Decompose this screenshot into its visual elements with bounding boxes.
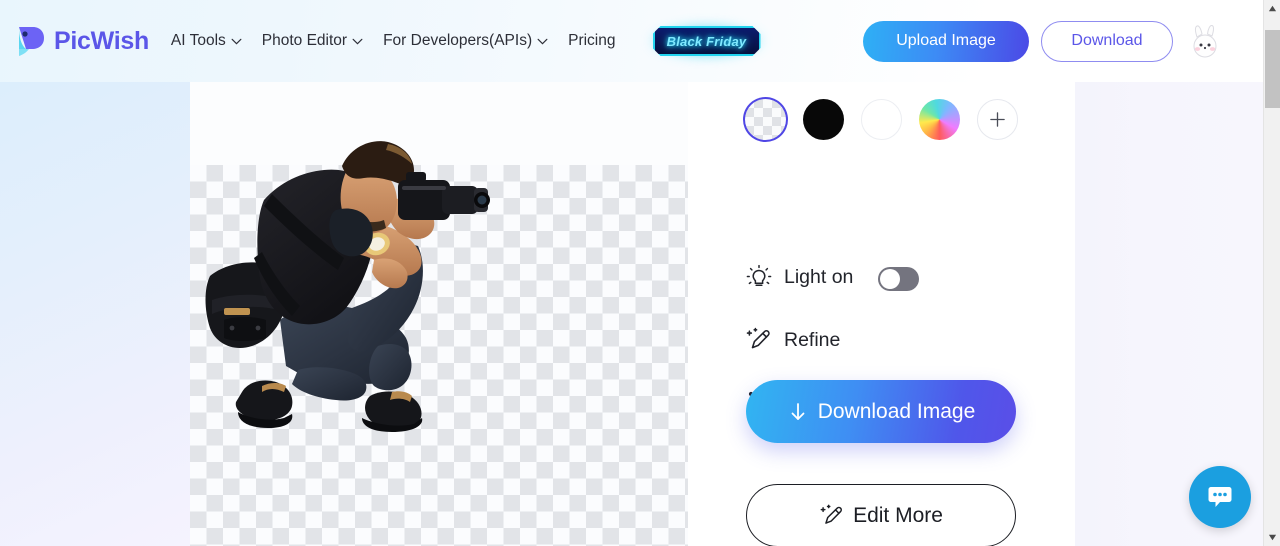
refine-row[interactable]: Refine xyxy=(745,326,840,354)
swatch-white[interactable] xyxy=(861,99,902,140)
nav-item-for-developers[interactable]: For Developers(APIs) xyxy=(383,32,548,50)
subject-photographer-image xyxy=(205,141,490,432)
editor-body: PicWish No watermark after download xyxy=(0,82,1263,546)
site-header: PicWish AI Tools Photo Editor For Develo… xyxy=(0,0,1263,82)
chevron-down-icon xyxy=(231,38,242,44)
edit-more-button[interactable]: Edit More xyxy=(746,484,1016,546)
swatch-rainbow-picker[interactable] xyxy=(919,99,960,140)
page-scrollbar[interactable] xyxy=(1263,0,1280,546)
magic-pencil-icon xyxy=(746,327,770,349)
image-canvas[interactable]: PicWish No watermark after download xyxy=(190,82,688,546)
light-on-label: Light on xyxy=(784,265,854,288)
light-on-row[interactable]: Light on xyxy=(745,263,853,291)
swatch-transparent[interactable] xyxy=(745,99,786,140)
background-color-swatches xyxy=(745,99,1018,140)
picwish-background-remover-page: PicWish AI Tools Photo Editor For Develo… xyxy=(0,0,1280,546)
refine-label: Refine xyxy=(784,328,841,351)
nav-item-pricing[interactable]: Pricing xyxy=(568,32,615,50)
chat-support-button[interactable] xyxy=(1189,466,1251,528)
download-image-button[interactable]: Download Image xyxy=(746,380,1016,443)
chevron-down-icon xyxy=(352,38,363,44)
logo[interactable]: PicWish xyxy=(16,25,149,57)
tools-panel: Light on Refine Download Image Edit More xyxy=(688,82,1075,546)
picwish-bird-logo-icon xyxy=(19,27,44,56)
magic-pencil-icon xyxy=(820,504,843,524)
upload-image-button[interactable]: Upload Image xyxy=(863,20,1029,62)
lightbulb-icon xyxy=(746,264,772,287)
nav-item-ai-tools[interactable]: AI Tools xyxy=(171,32,242,50)
scroll-down-arrow-icon[interactable] xyxy=(1264,529,1280,546)
chevron-down-icon xyxy=(537,38,548,44)
nav-label: For Developers(APIs) xyxy=(383,32,533,49)
badge-body: Black Friday xyxy=(652,26,761,56)
badge-label: Black Friday xyxy=(666,33,747,49)
user-avatar-rabbit-icon[interactable] xyxy=(1185,21,1225,61)
scroll-up-arrow-icon[interactable] xyxy=(1264,0,1280,17)
chat-bubble-icon xyxy=(1208,487,1232,507)
light-on-toggle[interactable] xyxy=(878,267,919,291)
main-nav: AI Tools Photo Editor For Developers(API… xyxy=(171,21,766,61)
nav-label: Pricing xyxy=(568,32,616,49)
header-actions: Upload Image Download xyxy=(863,20,1225,62)
nav-item-photo-editor[interactable]: Photo Editor xyxy=(262,32,363,50)
plus-icon xyxy=(990,112,1005,127)
swatch-add-color-button[interactable] xyxy=(977,99,1018,140)
swatch-black[interactable] xyxy=(803,99,844,140)
toggle-knob xyxy=(880,269,900,289)
edit-more-label: Edit More xyxy=(853,503,943,527)
download-arrow-icon xyxy=(791,402,805,420)
scrollbar-thumb[interactable] xyxy=(1265,30,1280,108)
nav-label: AI Tools xyxy=(170,32,226,49)
black-friday-promo-badge[interactable]: Black Friday xyxy=(648,21,766,61)
canvas-left-gradient xyxy=(0,82,190,546)
download-button[interactable]: Download xyxy=(1041,20,1173,62)
download-image-label: Download Image xyxy=(817,399,976,423)
nav-label: Photo Editor xyxy=(261,32,348,49)
logo-text: PicWish xyxy=(54,26,149,55)
